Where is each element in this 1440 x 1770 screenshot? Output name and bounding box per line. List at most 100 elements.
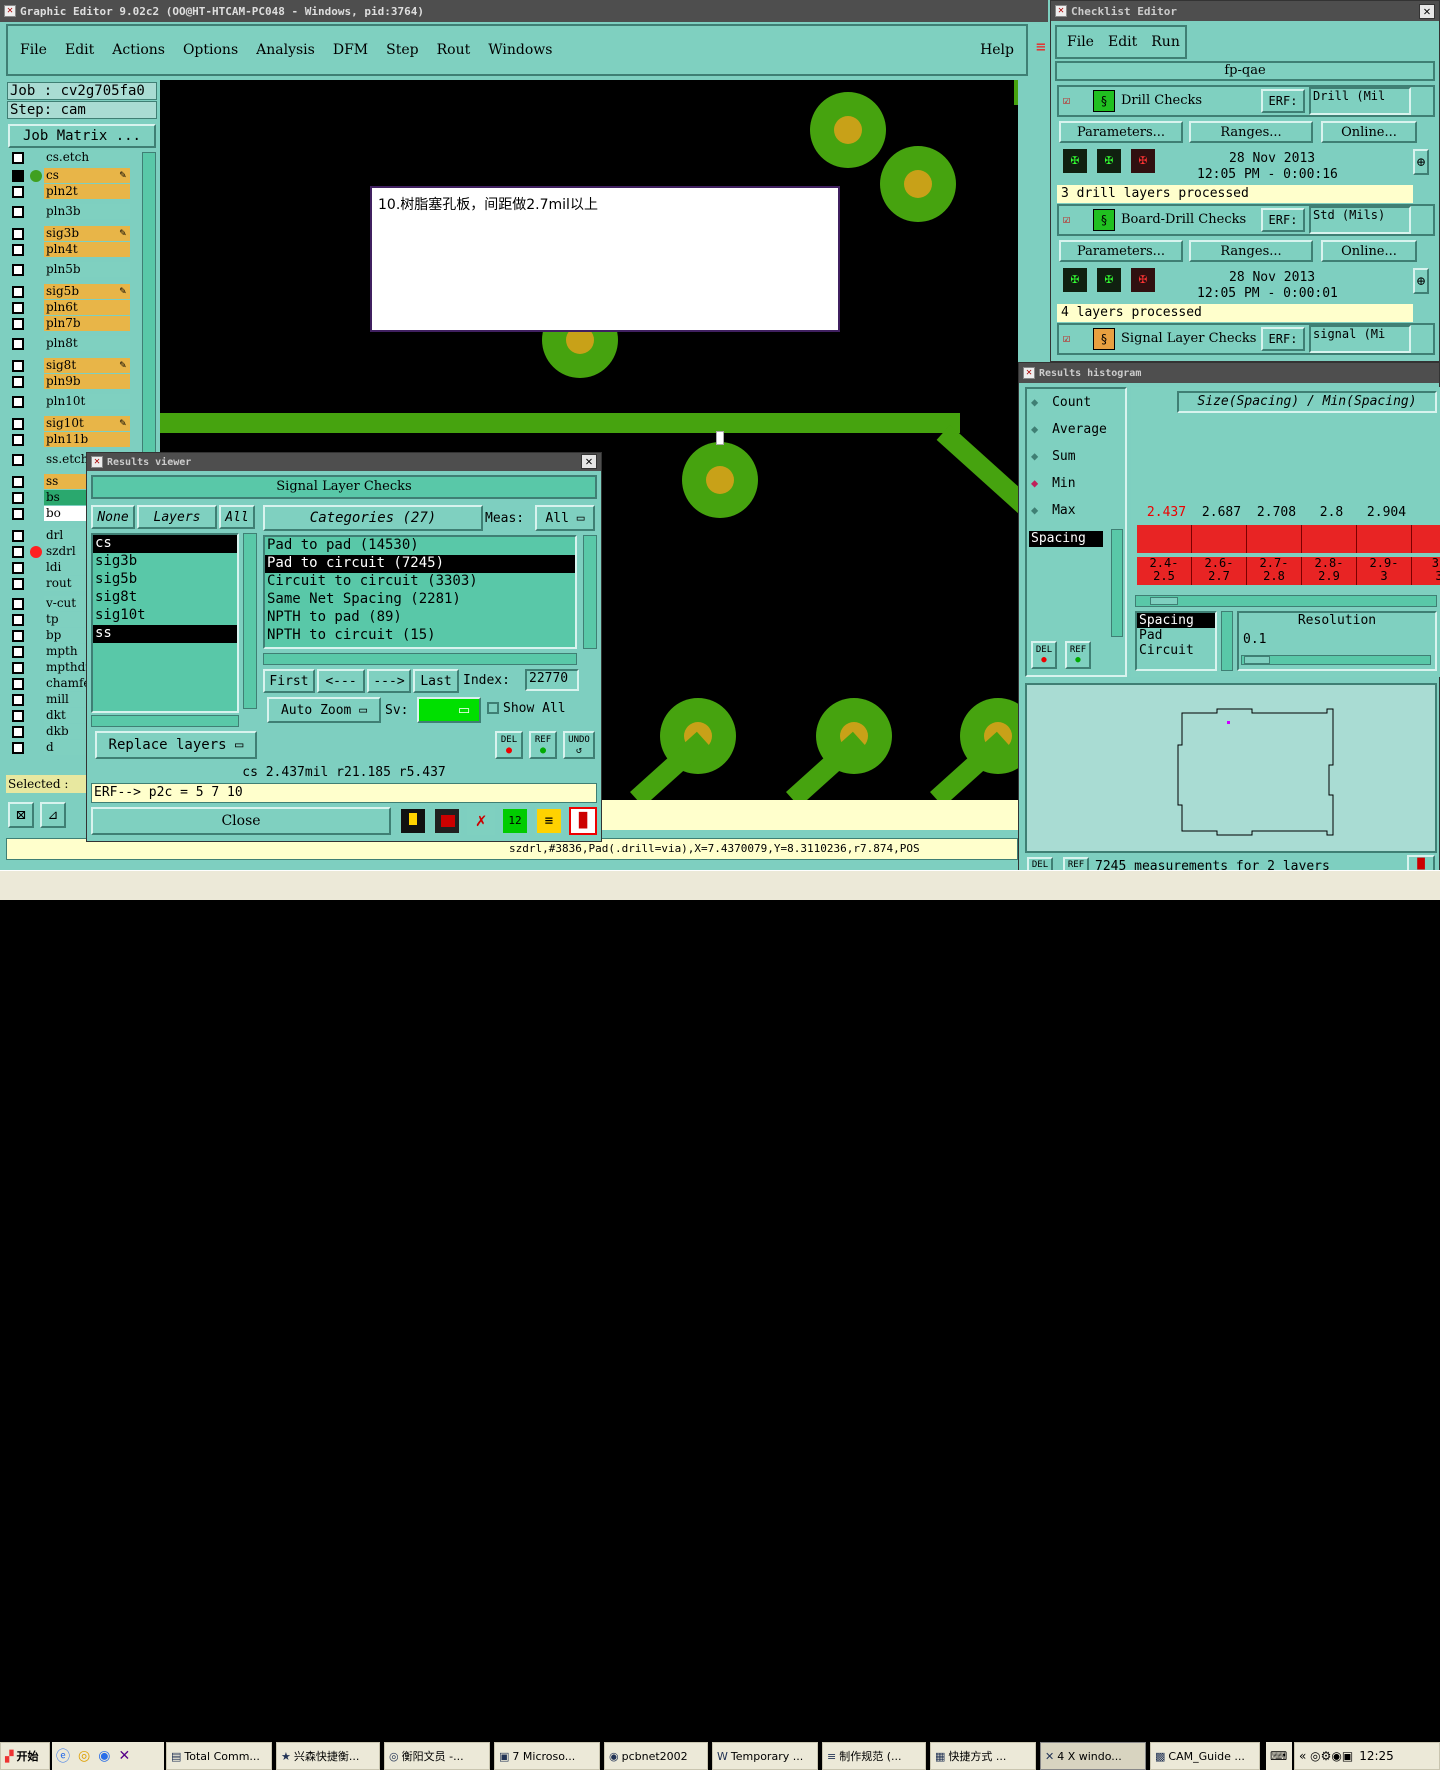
layer-checkbox[interactable] [12, 152, 24, 164]
layer-row[interactable]: pln11b [10, 432, 130, 448]
layer-checkbox[interactable] [12, 530, 24, 542]
layer-checkbox[interactable] [12, 476, 24, 488]
layer-checkbox[interactable] [12, 170, 24, 182]
category-item[interactable]: Pad to circuit (7245) [265, 555, 575, 573]
del-button[interactable]: DEL ● [495, 731, 523, 759]
ref-button[interactable]: REF ● [529, 731, 557, 759]
layers-button[interactable]: Layers [137, 505, 217, 529]
check-enabled-icon[interactable]: ☑ [1063, 212, 1070, 226]
keyboard-icon[interactable]: ⌨ [1266, 1742, 1292, 1770]
menu-dfm[interactable]: DFM [333, 42, 368, 58]
erase-icon[interactable] [433, 807, 461, 835]
close-icon[interactable]: ✕ [581, 454, 597, 469]
layer-checkbox[interactable] [12, 376, 24, 388]
prev-button[interactable]: <--- [317, 669, 365, 693]
menu-rout[interactable]: Rout [437, 42, 471, 58]
layer-checkbox[interactable] [12, 726, 24, 738]
layer-row[interactable]: pln7b [10, 316, 130, 332]
layer-row[interactable]: pln9b [10, 374, 130, 390]
run-check-icon[interactable]: ✠ [1061, 266, 1089, 294]
layer-result-list[interactable]: cs sig3b sig5b sig8t sig10t ss [91, 533, 239, 713]
none-button[interactable]: None [91, 505, 135, 529]
menu-help[interactable]: Help [980, 42, 1014, 58]
menu-edit[interactable]: Edit [65, 42, 94, 58]
result-layer-item[interactable]: ss [93, 625, 237, 643]
histogram-titlebar[interactable]: ✕ Results histogram [1019, 363, 1439, 383]
hist-option-min[interactable]: ◆ Min [1031, 476, 1076, 494]
category-item[interactable]: NPTH to pad (89) [265, 609, 575, 627]
erf-button[interactable]: ERF: [1261, 208, 1305, 232]
layer-checkbox[interactable] [12, 264, 24, 276]
histogram-icon[interactable]: ▐▌ [569, 807, 597, 835]
layer-checkbox[interactable] [12, 492, 24, 504]
parameters-button[interactable]: Parameters... [1059, 121, 1183, 143]
type-item[interactable]: Pad [1137, 628, 1215, 643]
hist-option-sum[interactable]: ◆ Sum [1031, 449, 1076, 467]
index-input[interactable]: 22770 [525, 669, 579, 691]
first-button[interactable]: First [263, 669, 315, 693]
del-button[interactable]: DEL ● [1031, 641, 1057, 669]
layer-row[interactable]: cs ✎ [10, 168, 130, 184]
menu-actions[interactable]: Actions [112, 42, 165, 58]
layer-checkbox[interactable] [12, 630, 24, 642]
highlight-icon[interactable] [399, 807, 427, 835]
ranges-button[interactable]: Ranges... [1189, 121, 1313, 143]
category-list[interactable]: Pad to pad (14530) Pad to circuit (7245) C… [263, 535, 577, 649]
category-h-scrollbar[interactable] [263, 653, 577, 665]
resolution-slider[interactable] [1241, 655, 1431, 665]
histogram-bar[interactable] [1247, 525, 1302, 553]
layer-checkbox[interactable] [12, 434, 24, 446]
taskbar-item[interactable]: ▦ 快捷方式 ... [930, 1742, 1036, 1770]
type-item[interactable]: Circuit [1137, 643, 1215, 658]
tool-icon-1[interactable]: ⊠ [8, 802, 34, 828]
hist-option-average[interactable]: ◆ Average [1031, 422, 1107, 440]
ranges-button[interactable]: Ranges... [1189, 240, 1313, 262]
category-item[interactable]: Pad to pad (14530) [265, 537, 575, 555]
ref-button[interactable]: REF ● [1065, 641, 1091, 669]
type-list-scrollbar[interactable] [1221, 611, 1233, 671]
replace-layers-select[interactable]: Replace layers ▭ [95, 731, 257, 759]
next-button[interactable]: ---> [367, 669, 411, 693]
layer-row[interactable]: sig8t ✎ [10, 358, 130, 374]
tray-icons[interactable]: « ◎⚙◉▣ [1299, 1749, 1353, 1763]
layer-checkbox[interactable] [12, 678, 24, 690]
result-layer-item[interactable]: sig10t [93, 607, 237, 625]
layer-checkbox[interactable] [12, 578, 24, 590]
checklist-menu-file[interactable]: File [1067, 34, 1094, 50]
tool-icon-2[interactable]: ⊿ [40, 802, 66, 828]
check-item-row[interactable]: ☑ § Signal Layer Checks ERF: signal (Mi [1057, 323, 1435, 355]
layer-checkbox[interactable] [12, 206, 24, 218]
undo-button[interactable]: UNDO ↺ [563, 731, 595, 759]
layer-list-h-scrollbar[interactable] [91, 715, 239, 727]
graphic-editor-titlebar[interactable]: ✕ Graphic Editor 9.02c2 (OO@HT-HTCAM-PC0… [0, 0, 1048, 22]
taskbar-item[interactable]: ◎ 衡阳文员 -... [384, 1742, 490, 1770]
layer-checkbox[interactable] [12, 562, 24, 574]
checklist-titlebar[interactable]: ✕ Checklist Editor [1051, 1, 1439, 21]
layer-checkbox[interactable] [12, 360, 24, 372]
x-app-icon[interactable]: ✕ [118, 1748, 130, 1764]
histogram-bar[interactable] [1302, 525, 1357, 553]
category-item[interactable]: Same Net Spacing (2281) [265, 591, 575, 609]
layer-checkbox[interactable] [12, 186, 24, 198]
hist-option-count[interactable]: ◆ Count [1031, 395, 1091, 413]
taskbar-item[interactable]: ≡ 制作规范 (... [822, 1742, 926, 1770]
layer-checkbox[interactable] [12, 546, 24, 558]
check-item-row[interactable]: ☑ § Board-Drill Checks ERF: Std (Mils) [1057, 204, 1435, 236]
categories-button[interactable]: Categories (27) [263, 505, 483, 531]
layer-checkbox[interactable] [12, 694, 24, 706]
online-button[interactable]: Online... [1321, 121, 1417, 143]
run-check-icon[interactable]: ✠ [1095, 147, 1123, 175]
menu-step[interactable]: Step [386, 42, 418, 58]
outlook-icon[interactable]: ◎ [78, 1748, 90, 1764]
ref-cancel-icon[interactable]: ✗ [467, 807, 495, 835]
taskbar-item[interactable]: W Temporary ... [712, 1742, 818, 1770]
last-button[interactable]: Last [413, 669, 459, 693]
close-button[interactable]: Close [91, 807, 391, 835]
layer-checkbox[interactable] [12, 302, 24, 314]
layer-checkbox[interactable] [12, 454, 24, 466]
category-v-scrollbar[interactable] [583, 535, 597, 649]
layer-row[interactable]: pln10t [10, 394, 130, 410]
field-list-selected[interactable]: Spacing [1029, 531, 1103, 547]
checklist-menu-edit[interactable]: Edit [1108, 34, 1137, 50]
erf-button[interactable]: ERF: [1261, 89, 1305, 113]
